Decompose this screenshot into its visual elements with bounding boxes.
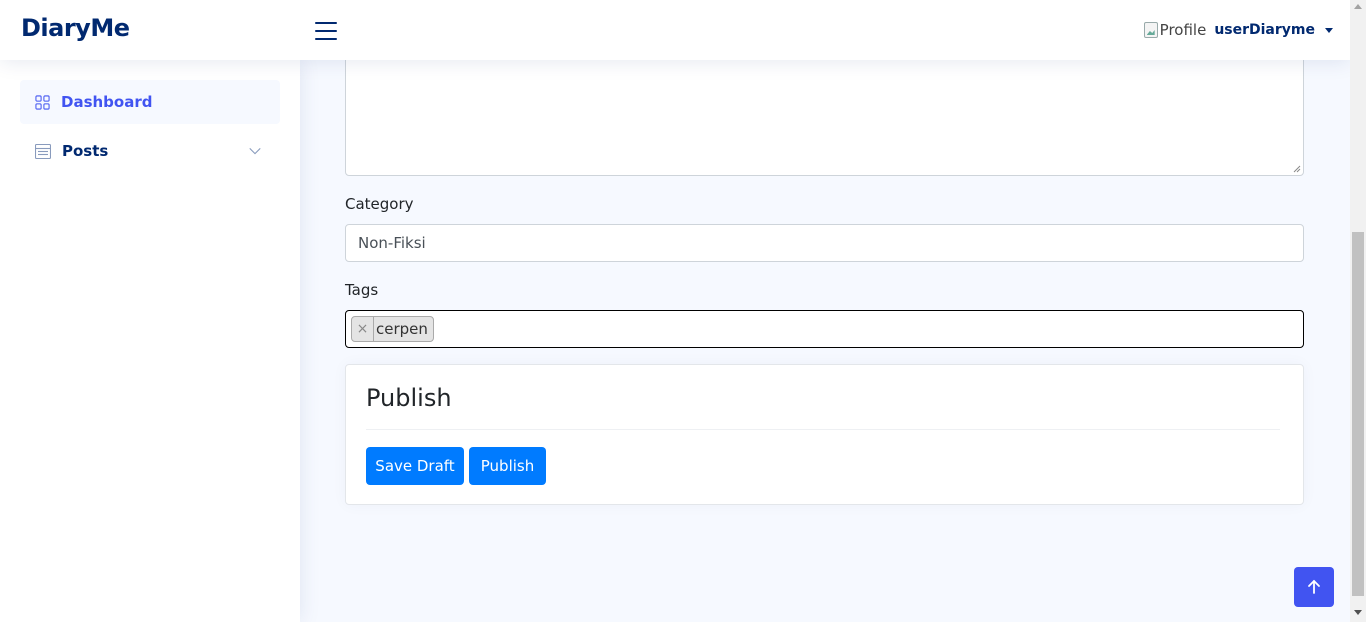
username: userDiaryme [1214, 22, 1315, 38]
grid-icon [35, 94, 50, 110]
logo[interactable]: DiaryMe [21, 14, 130, 42]
tag-remove-icon[interactable]: × [352, 317, 374, 341]
chevron-down-icon [249, 147, 261, 155]
save-draft-button[interactable]: Save Draft [366, 447, 464, 485]
tag-label: cerpen [376, 320, 428, 338]
vertical-scrollbar[interactable] [1350, 0, 1366, 622]
caret-down-icon [1325, 27, 1333, 33]
top-header: DiaryMe Profile userDiaryme [0, 0, 1350, 60]
arrow-up-icon [1308, 579, 1320, 594]
scrollbar-thumb[interactable] [1352, 232, 1364, 596]
divider [366, 429, 1280, 430]
tags-input[interactable]: × cerpen [345, 310, 1304, 348]
resize-handle-icon[interactable] [1293, 165, 1301, 173]
sidebar-item-label: Dashboard [61, 93, 153, 111]
content-textarea[interactable] [345, 50, 1304, 176]
category-label: Category [345, 195, 414, 213]
avatar: Profile [1143, 21, 1207, 39]
card-title: Publish [366, 384, 452, 412]
publish-button[interactable]: Publish [469, 447, 546, 485]
main-content: Category Non-Fiksi Tags × cerpen Publish… [300, 50, 1350, 622]
scroll-up-arrow-icon[interactable] [1354, 4, 1362, 9]
sidebar-item-label: Posts [62, 142, 109, 160]
tags-label: Tags [345, 281, 379, 299]
broken-image-icon [1143, 22, 1158, 38]
sidebar-item-dashboard[interactable]: Dashboard [20, 80, 280, 124]
avatar-alt-text: Profile [1159, 21, 1207, 39]
layout-text-icon [35, 143, 51, 159]
tag-chip: × cerpen [351, 316, 434, 342]
menu-toggle-icon[interactable] [315, 20, 337, 40]
publish-card: Publish Save Draft Publish [345, 364, 1304, 505]
category-value: Non-Fiksi [358, 234, 426, 252]
scroll-down-arrow-icon[interactable] [1354, 610, 1362, 615]
category-field[interactable]: Non-Fiksi [345, 224, 1304, 262]
back-to-top-button[interactable] [1294, 567, 1334, 607]
sidebar: Dashboard Posts [0, 60, 300, 622]
profile-dropdown[interactable]: Profile userDiaryme [1143, 21, 1333, 39]
sidebar-item-posts[interactable]: Posts [20, 129, 280, 173]
